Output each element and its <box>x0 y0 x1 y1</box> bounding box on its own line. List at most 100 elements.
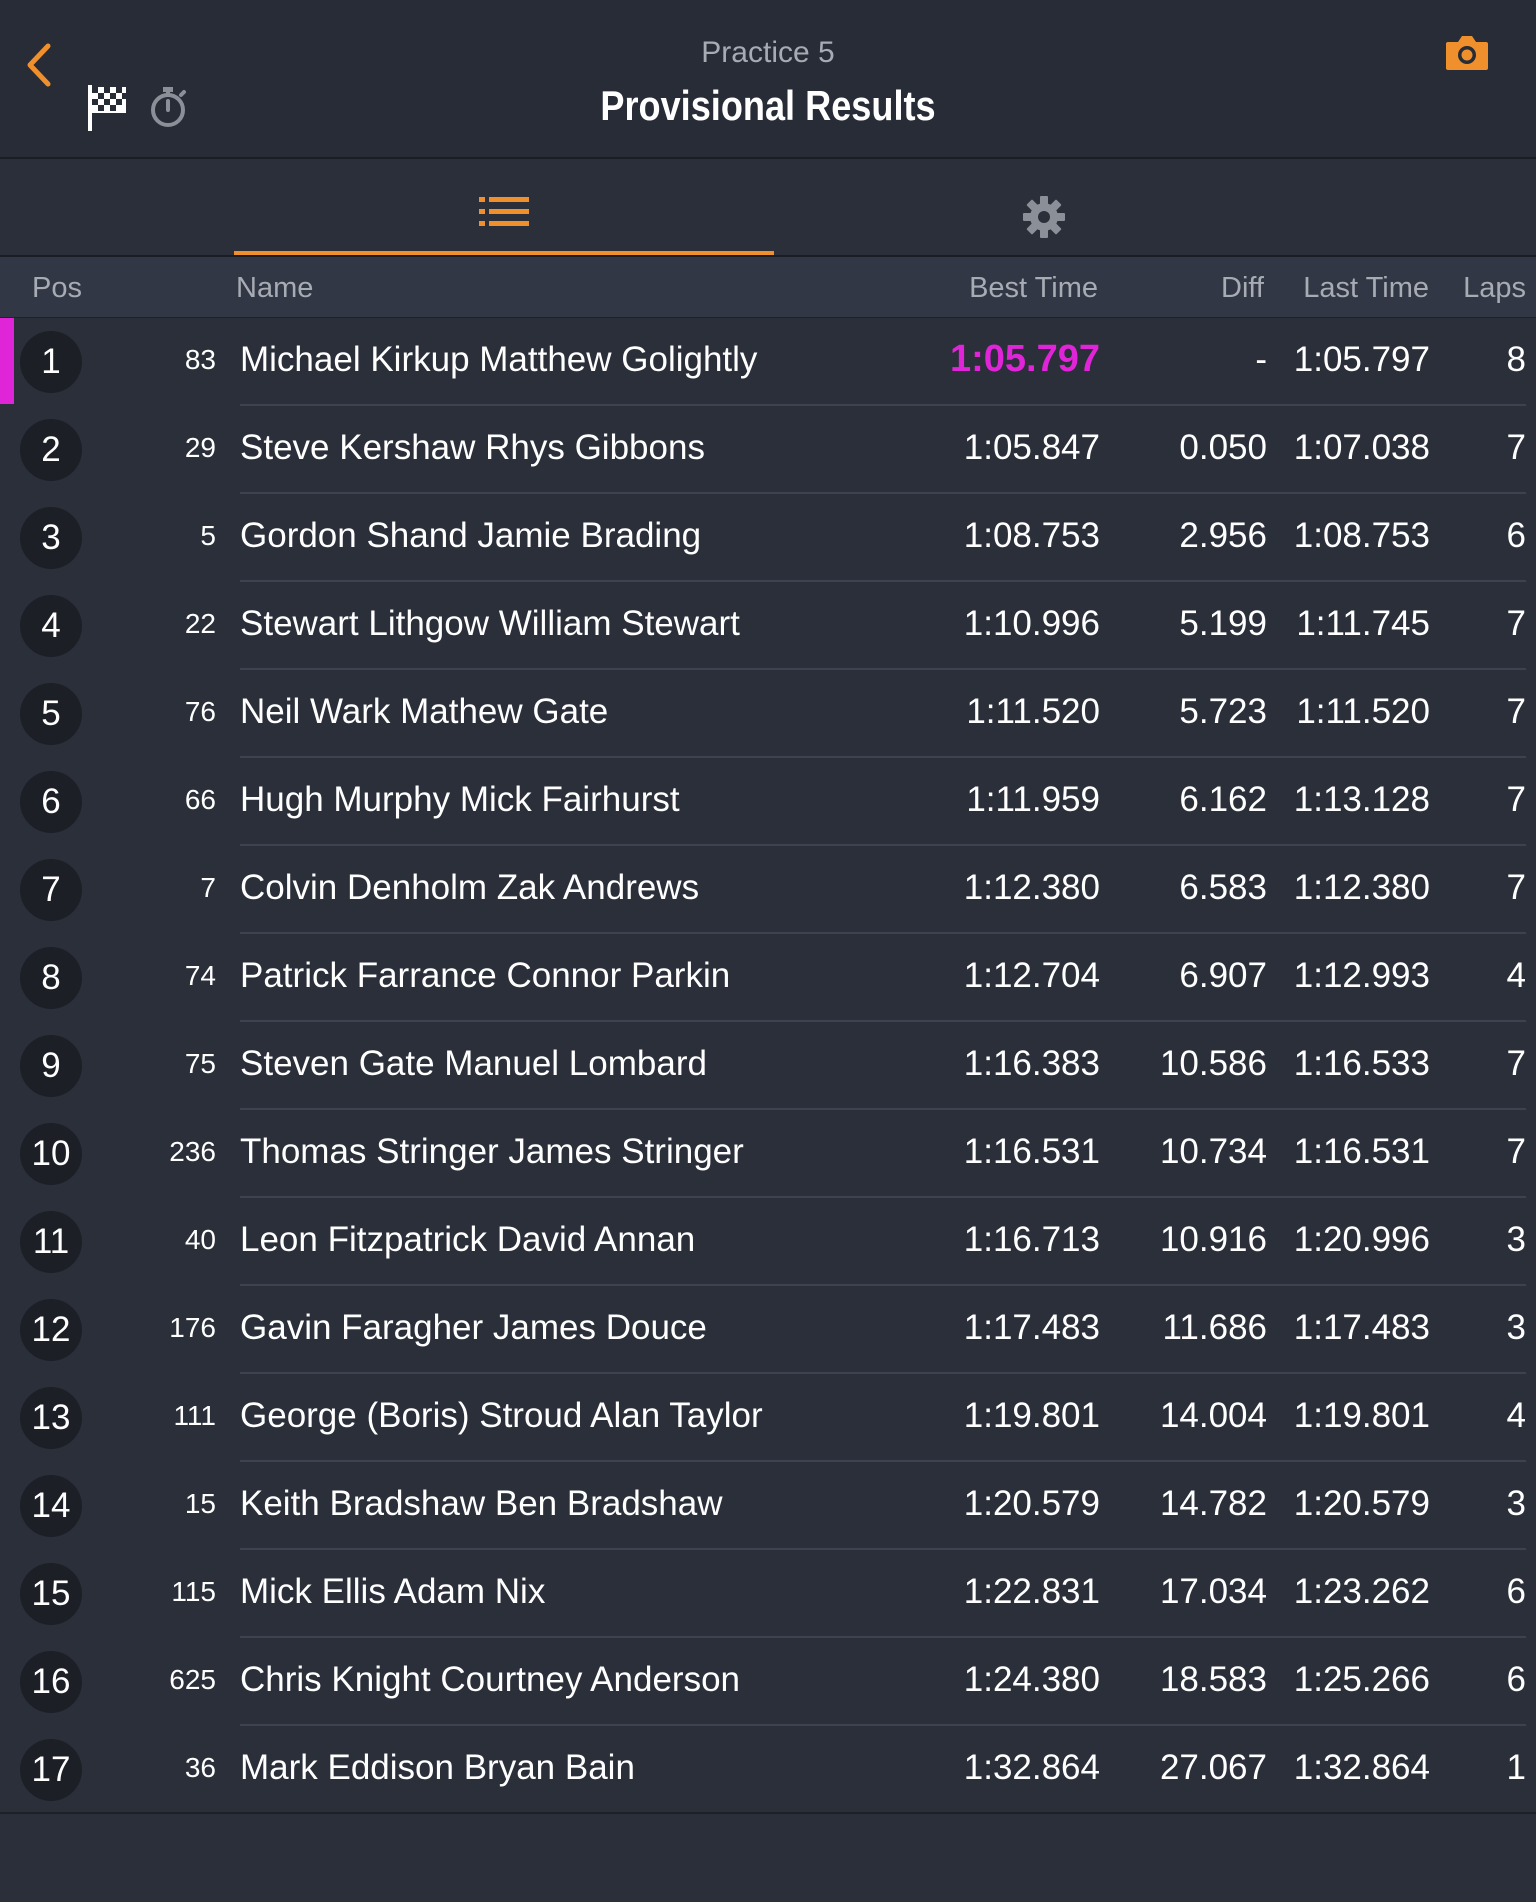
col-last-time[interactable]: Last Time <box>1303 272 1429 305</box>
position-badge: 15 <box>20 1563 82 1625</box>
table-row[interactable]: 5 76 Neil Wark Mathew Gate 1:11.520 5.723 1:1… <box>0 670 1536 758</box>
last-time: 1:19.801 <box>1293 1396 1430 1435</box>
table-row[interactable]: 12 176 Gavin Faragher James Douce 1:17.483 1… <box>0 1286 1536 1374</box>
table-row[interactable]: 11 40 Leon Fitzpatrick David Annan 1:16.713… <box>0 1198 1536 1286</box>
last-time: 1:08.753 <box>1293 516 1430 555</box>
diff-time: 6.583 <box>1179 868 1267 907</box>
lap-count: 3 <box>1506 1220 1526 1259</box>
diff-time: 5.723 <box>1179 692 1267 731</box>
last-time: 1:11.745 <box>1296 604 1430 643</box>
lap-count: 4 <box>1506 1396 1526 1435</box>
diff-time: 10.586 <box>1159 1044 1267 1083</box>
best-time: 1:16.713 <box>963 1220 1100 1259</box>
position-badge: 10 <box>20 1123 82 1185</box>
tab-results-list[interactable] <box>234 159 774 255</box>
driver-names: Thomas Stringer James Stringer <box>240 1132 744 1171</box>
table-row[interactable]: 17 36 Mark Eddison Bryan Bain 1:32.864 27.06… <box>0 1726 1536 1814</box>
camera-icon[interactable] <box>1444 32 1490 72</box>
lap-count: 1 <box>1506 1748 1526 1787</box>
last-time: 1:12.993 <box>1293 956 1430 995</box>
car-number: 40 <box>184 1224 216 1255</box>
diff-time: 6.162 <box>1179 780 1267 819</box>
diff-time: 18.583 <box>1159 1660 1267 1699</box>
driver-names: Mark Eddison Bryan Bain <box>240 1748 635 1787</box>
car-number: 15 <box>184 1488 216 1519</box>
table-row[interactable]: 1 83 Michael Kirkup Matthew Golightly 1:05.… <box>0 318 1536 406</box>
table-row[interactable]: 10 236 Thomas Stringer James Stringer 1:16.… <box>0 1110 1536 1198</box>
last-time: 1:17.483 <box>1293 1308 1430 1347</box>
top-nav-bar: Practice 5 Provisional Results <box>0 0 1536 159</box>
table-row[interactable]: 4 22 Stewart Lithgow William Stewart 1:10.9… <box>0 582 1536 670</box>
table-row[interactable]: 7 7 Colvin Denholm Zak Andrews 1:12.380 6.58… <box>0 846 1536 934</box>
driver-names: Leon Fitzpatrick David Annan <box>240 1220 696 1259</box>
last-time: 1:20.996 <box>1293 1220 1430 1259</box>
driver-names: Michael Kirkup Matthew Golightly <box>240 340 758 379</box>
table-row[interactable]: 16 625 Chris Knight Courtney Anderson 1:24.… <box>0 1638 1536 1726</box>
car-number: 74 <box>184 960 216 991</box>
position-badge: 1 <box>20 331 82 393</box>
footer-bar <box>0 1814 1536 1902</box>
lap-count: 7 <box>1506 604 1526 643</box>
car-number: 236 <box>169 1136 216 1167</box>
diff-time: 6.907 <box>1179 956 1267 995</box>
diff-time: 2.956 <box>1179 516 1267 555</box>
fastest-lap-marker <box>0 318 14 404</box>
table-row[interactable]: 2 29 Steve Kershaw Rhys Gibbons 1:05.847 0.0… <box>0 406 1536 494</box>
table-row[interactable]: 15 115 Mick Ellis Adam Nix 1:22.831 17.034 1:… <box>0 1550 1536 1638</box>
lap-count: 4 <box>1506 956 1526 995</box>
last-time: 1:16.531 <box>1293 1132 1430 1171</box>
car-number: 66 <box>184 784 216 815</box>
table-row[interactable]: 6 66 Hugh Murphy Mick Fairhurst 1:11.959 6.1… <box>0 758 1536 846</box>
col-diff[interactable]: Diff <box>1221 272 1264 305</box>
position-badge: 2 <box>20 419 82 481</box>
lap-count: 3 <box>1506 1308 1526 1347</box>
best-time: 1:16.383 <box>963 1044 1100 1083</box>
position-badge: 13 <box>20 1387 82 1449</box>
table-row[interactable]: 8 74 Patrick Farrance Connor Parkin 1:12.70… <box>0 934 1536 1022</box>
lap-count: 7 <box>1506 1044 1526 1083</box>
position-badge: 11 <box>20 1211 82 1273</box>
position-badge: 9 <box>20 1035 82 1097</box>
car-number: 22 <box>184 608 216 639</box>
best-time: 1:11.959 <box>966 780 1100 819</box>
table-row[interactable]: 3 5 Gordon Shand Jamie Brading 1:08.753 2.95… <box>0 494 1536 582</box>
best-time: 1:20.579 <box>963 1484 1100 1523</box>
car-number: 176 <box>169 1312 216 1343</box>
session-subtitle: Practice 5 <box>701 36 835 69</box>
driver-names: Patrick Farrance Connor Parkin <box>240 956 731 995</box>
last-time: 1:32.864 <box>1293 1748 1430 1787</box>
diff-time: 5.199 <box>1179 604 1267 643</box>
table-row[interactable]: 13 111 George (Boris) Stroud Alan Taylor 1:… <box>0 1374 1536 1462</box>
list-icon <box>479 197 529 232</box>
col-pos[interactable]: Pos <box>32 272 82 305</box>
col-name[interactable]: Name <box>236 272 313 305</box>
table-row[interactable]: 9 75 Steven Gate Manuel Lombard 1:16.383 10.… <box>0 1022 1536 1110</box>
driver-names: Hugh Murphy Mick Fairhurst <box>240 780 680 819</box>
last-time: 1:13.128 <box>1293 780 1430 819</box>
best-time: 1:22.831 <box>963 1572 1100 1611</box>
diff-time: 14.782 <box>1159 1484 1267 1523</box>
position-badge: 8 <box>20 947 82 1009</box>
position-badge: 17 <box>20 1739 82 1801</box>
tab-settings[interactable] <box>774 159 1314 255</box>
best-time: 1:05.797 <box>949 338 1100 380</box>
lap-count: 7 <box>1506 428 1526 467</box>
col-laps[interactable]: Laps <box>1463 272 1526 305</box>
position-badge: 6 <box>20 771 82 833</box>
driver-names: Gordon Shand Jamie Brading <box>240 516 702 555</box>
position-badge: 4 <box>20 595 82 657</box>
best-time: 1:12.380 <box>963 868 1100 907</box>
tab-bar <box>0 159 1536 257</box>
position-badge: 7 <box>20 859 82 921</box>
position-badge: 3 <box>20 507 82 569</box>
car-number: 29 <box>184 432 216 463</box>
lap-count: 6 <box>1506 516 1526 555</box>
car-number: 7 <box>200 872 216 903</box>
lap-count: 3 <box>1506 1484 1526 1523</box>
best-time: 1:11.520 <box>966 692 1100 731</box>
diff-time: 14.004 <box>1159 1396 1267 1435</box>
table-row[interactable]: 14 15 Keith Bradshaw Ben Bradshaw 1:20.579 1… <box>0 1462 1536 1550</box>
best-time: 1:10.996 <box>963 604 1100 643</box>
position-badge: 12 <box>20 1299 82 1361</box>
col-best-time[interactable]: Best Time <box>969 272 1098 305</box>
